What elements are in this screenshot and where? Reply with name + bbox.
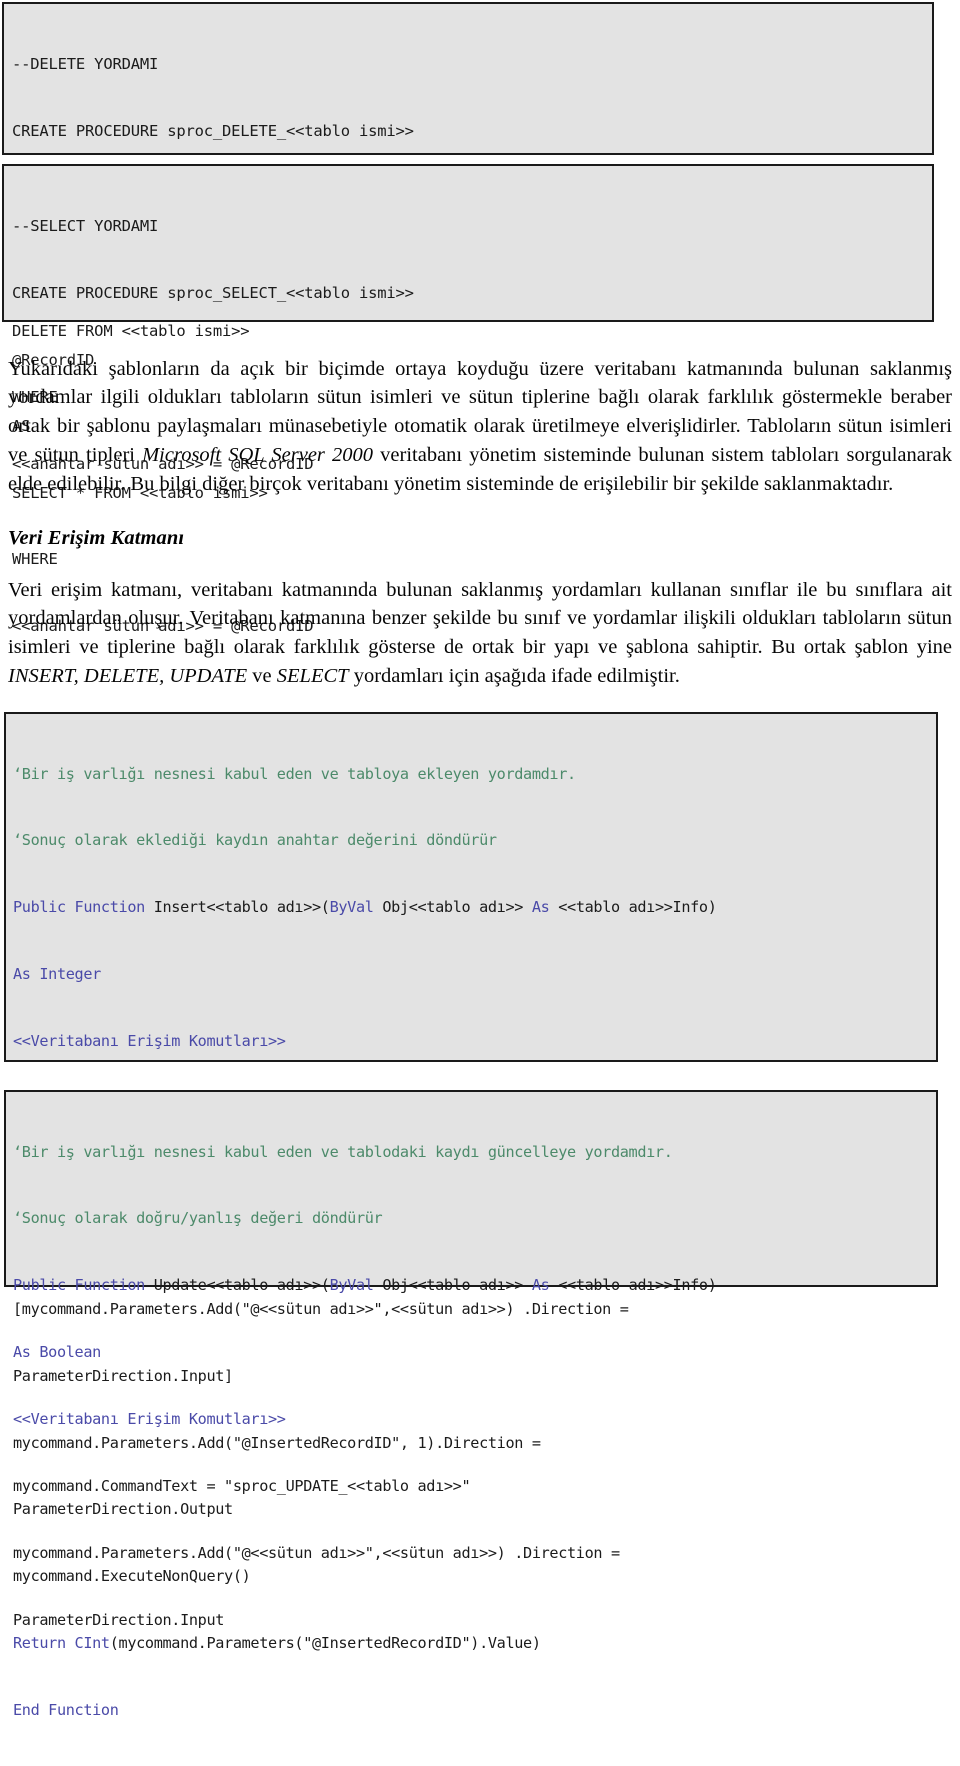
document-page: --DELETE YORDAMI CREATE PROCEDURE sproc_… [0, 0, 960, 1719]
code-placeholder-line: <<Veritabanı Erişim Komutları>> [13, 1410, 286, 1429]
code-keyword-line: End Function [13, 1701, 119, 1720]
veri-text-part1: Veri erişim katmanı, veritabanı katmanın… [8, 578, 952, 659]
sql-line: --DELETE YORDAMI [12, 55, 159, 74]
code-keyword: Public Function [13, 898, 154, 917]
code-line: ParameterDirection.Input] [13, 1366, 233, 1385]
sql-line: WHERE [12, 550, 58, 569]
code-line: mycommand.Parameters.Add("@<<sütun adı>>… [13, 1543, 620, 1562]
code-plain: Obj<<tablo adı>> [382, 898, 532, 917]
code-keyword: ByVal [329, 1276, 383, 1295]
code-plain: Obj<<tablo adı>> [382, 1276, 532, 1295]
code-line: mycommand.CommandText = "sproc_UPDATE_<<… [13, 1477, 471, 1496]
code-placeholder-line: <<Veritabanı Erişim Komutları>> [13, 1032, 286, 1051]
code-keyword: As [531, 1276, 559, 1295]
veri-text-part2: yordamları için aşağıda ifade edilmiştir… [348, 664, 680, 687]
code-keyword-line: As Integer [13, 965, 101, 984]
intro-paragraph: Yukarıdaki şablonların da açık bir biçim… [8, 355, 952, 499]
code-plain: Insert<<tablo adı>>( [153, 898, 330, 917]
code-comment-line: ‘Bir iş varlığı nesnesi kabul eden ve ta… [13, 764, 576, 783]
code-plain: <<tablo adı>>Info) [558, 1276, 717, 1295]
code-keyword-line: As Boolean [13, 1343, 101, 1362]
intro-italic-product: Microsoft SQL Server 2000 [142, 443, 374, 466]
code-line: [mycommand.Parameters.Add("@<<sütun adı>… [13, 1299, 629, 1318]
section-heading-veri-erisim-katmani: Veri Erişim Katmanı [8, 527, 185, 549]
vb-insert-code-box: ‘Bir iş varlığı nesnesi kabul eden ve ta… [4, 712, 938, 1719]
code-keyword: Return CInt [13, 1634, 110, 1653]
code-return-line: Return CInt(mycommand.Parameters("@Inser… [13, 1632, 930, 1654]
code-comment-line: ‘Sonuç olarak eklediği kaydın anahtar de… [13, 831, 497, 850]
veri-erisim-paragraph: Veri erişim katmanı, veritabanı katmanın… [8, 576, 952, 691]
code-keyword: Public Function [13, 1276, 154, 1295]
code-plain: Update<<tablo adı>>( [153, 1276, 330, 1295]
code-keyword: As [531, 898, 559, 917]
code-signature-line: Public Function Update<<tablo adı>>(ByVa… [13, 1274, 930, 1296]
sql-line: --SELECT YORDAMI [12, 217, 159, 236]
code-line: ParameterDirection.Output [13, 1500, 233, 1519]
veri-text-mid: ve [247, 664, 277, 687]
sql-select-template-box: --SELECT YORDAMI CREATE PROCEDURE sproc_… [2, 164, 934, 635]
sql-line: CREATE PROCEDURE sproc_SELECT_<<tablo is… [12, 284, 414, 303]
code-comment-line: ‘Sonuç olarak doğru/yanlış değeri döndür… [13, 1209, 383, 1228]
vb-update-code-box: ‘Bir iş varlığı nesnesi kabul eden ve ta… [4, 1090, 938, 1629]
sql-delete-template-box: --DELETE YORDAMI CREATE PROCEDURE sproc_… [2, 2, 934, 473]
veri-italic-ops-2: SELECT [276, 664, 349, 687]
code-signature-line: Public Function Insert<<tablo adı>>(ByVa… [13, 896, 930, 918]
code-line: mycommand.Parameters.Add("@InsertedRecor… [13, 1433, 541, 1452]
code-line: mycommand.ExecuteNonQuery() [13, 1567, 251, 1586]
code-line: ParameterDirection.Input [13, 1610, 225, 1629]
veri-italic-ops-1: INSERT, DELETE, UPDATE [8, 664, 248, 687]
sql-line: CREATE PROCEDURE sproc_DELETE_<<tablo is… [12, 122, 414, 141]
code-keyword: ByVal [329, 898, 383, 917]
code-plain: <<tablo adı>>Info) [558, 898, 717, 917]
code-plain: (mycommand.Parameters("@InsertedRecordID… [109, 1634, 541, 1653]
code-comment-line: ‘Bir iş varlığı nesnesi kabul eden ve ta… [13, 1142, 673, 1161]
